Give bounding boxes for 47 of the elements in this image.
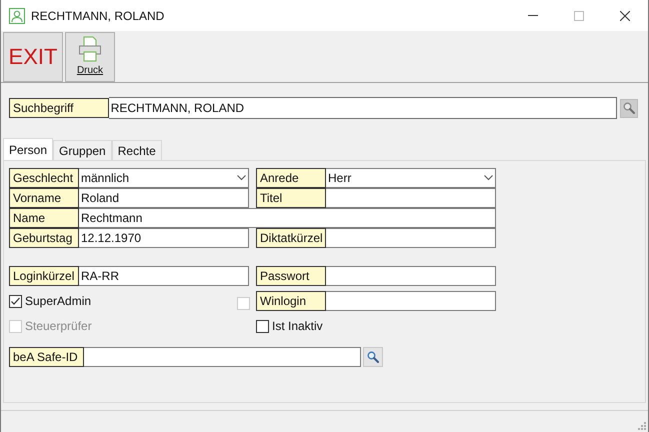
field-label: Geburtstag — [9, 228, 79, 248]
close-icon — [620, 10, 630, 20]
input-field[interactable] — [326, 291, 496, 311]
checkbox-label[interactable]: SuperAdmin — [9, 292, 92, 310]
search-field[interactable]: RECHTMANN, ROLAND — [108, 97, 618, 119]
input-field[interactable]: Roland — [79, 188, 249, 208]
minimize-icon — [528, 15, 538, 16]
input-field[interactable] — [326, 266, 496, 286]
checkbox[interactable] — [256, 320, 269, 332]
field-label: Loginkürzel — [9, 266, 79, 286]
search-button[interactable] — [363, 347, 383, 367]
printer-icon — [78, 36, 102, 62]
resize-grip-icon — [636, 420, 646, 430]
input-field[interactable] — [326, 228, 496, 248]
field-label: Winlogin — [256, 291, 326, 311]
input-field[interactable] — [84, 347, 361, 367]
checkbox-label[interactable]: Ist Inaktiv — [256, 317, 323, 335]
field-label: Diktatkürzel — [256, 228, 326, 248]
exit-button[interactable]: EXIT — [3, 32, 63, 82]
search-button[interactable] — [620, 98, 638, 118]
field-label: Passwort — [256, 266, 326, 286]
tab[interactable]: Rechte — [112, 140, 162, 160]
tab[interactable]: Gruppen — [53, 140, 112, 160]
field-label: Titel — [256, 188, 326, 208]
input-field[interactable] — [326, 188, 496, 208]
chevron-down-icon — [237, 175, 246, 181]
dropdown[interactable]: männlich — [79, 168, 249, 188]
field-label: Vorname — [9, 188, 79, 208]
print-button[interactable]: Druck — [65, 32, 115, 82]
input-field[interactable]: 12.12.1970 — [79, 228, 249, 248]
search-icon — [367, 351, 379, 363]
checkbox[interactable] — [9, 294, 22, 308]
input-field[interactable]: RA-RR — [79, 266, 249, 286]
tab[interactable]: Person — [3, 138, 54, 160]
field-label: beA Safe-ID — [9, 347, 84, 367]
search-icon — [623, 102, 636, 114]
field-label: Name — [9, 208, 79, 228]
window-title: RECHTMANN, ROLAND — [31, 8, 164, 24]
input-field[interactable]: Rechtmann — [79, 208, 496, 228]
field-label: Suchbegriff — [9, 98, 109, 118]
field-label: Geschlecht — [9, 168, 79, 188]
checkmark-icon — [10, 296, 21, 306]
dropdown[interactable]: Herr — [326, 168, 496, 188]
chevron-down-icon — [484, 175, 493, 181]
field-label: Anrede — [256, 168, 326, 188]
maximize-icon — [574, 10, 584, 20]
user-icon — [9, 8, 25, 24]
